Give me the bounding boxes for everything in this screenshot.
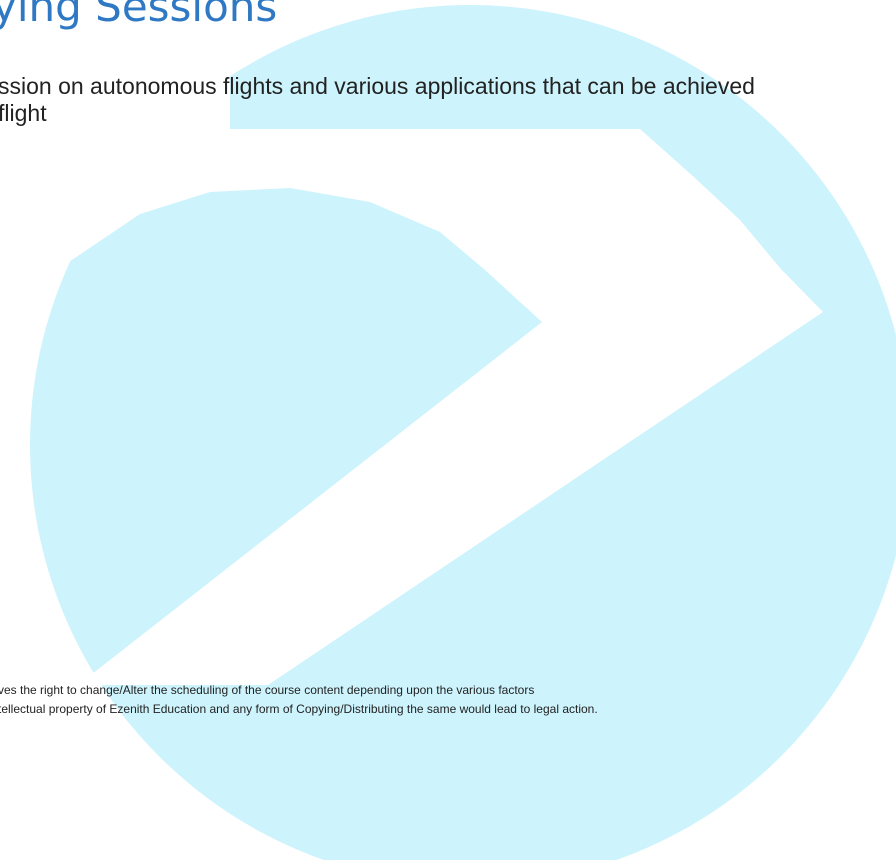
session-description: ssion on autonomous flights and various … [0, 73, 755, 127]
description-line: flight [0, 100, 47, 126]
disclaimer-line: tellectual property of Ezenith Education… [0, 702, 598, 716]
page-title: ying Sessions [0, 0, 278, 31]
description-line: ssion on autonomous flights and various … [0, 73, 755, 99]
footer-disclaimer: ves the right to change/Alter the schedu… [0, 681, 598, 719]
logo-watermark [30, 5, 896, 860]
disclaimer-line: ves the right to change/Alter the schedu… [0, 683, 535, 697]
